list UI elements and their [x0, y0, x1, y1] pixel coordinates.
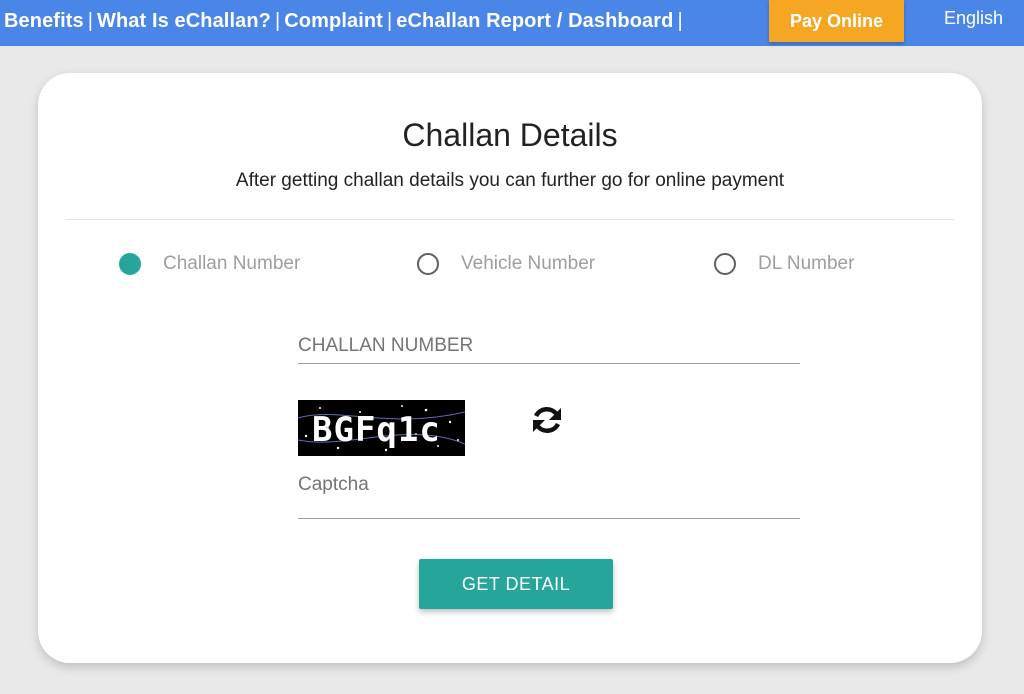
nav-link-what-is-echallan[interactable]: What Is eChallan? [97, 10, 271, 32]
captcha-placeholder: Captcha [298, 474, 369, 495]
nav-separator: | [87, 10, 94, 32]
divider [66, 219, 954, 220]
radio-label-challan-number: Challan Number [163, 253, 301, 274]
page-title: Challan Details [402, 117, 618, 153]
captcha-input[interactable]: Captcha [298, 474, 800, 519]
challan-number-input[interactable]: CHALLAN NUMBER [298, 335, 800, 364]
radio-option-dl-number[interactable]: DL Number [714, 253, 854, 275]
captcha-text: BGFq1c [312, 410, 441, 450]
pay-online-button[interactable]: Pay Online [769, 0, 904, 42]
nav-link-benefits[interactable]: Benefits [4, 10, 84, 32]
top-navigation-bar: Benefits | What Is eChallan? | Complaint | eCh… [0, 0, 1024, 46]
nav-separator: | [274, 10, 281, 32]
radio-button-unchecked-icon[interactable] [714, 253, 736, 275]
radio-label-dl-number: DL Number [758, 253, 855, 274]
nav-link-complaint[interactable]: Complaint [284, 10, 383, 32]
refresh-icon [533, 407, 561, 433]
nav-separator: | [386, 10, 393, 32]
refresh-captcha-button[interactable] [528, 401, 566, 439]
radio-label-vehicle-number: Vehicle Number [461, 253, 596, 274]
radio-button-checked-icon[interactable] [119, 253, 141, 275]
radio-button-unchecked-icon[interactable] [417, 253, 439, 275]
nav-separator: | [677, 10, 683, 32]
page-subtitle: After getting challan details you can fu… [235, 170, 785, 191]
get-detail-button[interactable]: GET DETAIL [419, 559, 613, 609]
challan-details-card: Challan Details After getting challan de… [38, 73, 982, 663]
radio-option-vehicle-number[interactable]: Vehicle Number [417, 253, 595, 275]
captcha-image: BGFq1c [298, 400, 465, 456]
nav-links: Benefits | What Is eChallan? | Complaint | eCh… [4, 10, 687, 33]
language-selector[interactable]: English [944, 8, 1003, 29]
radio-option-challan-number[interactable]: Challan Number [119, 253, 300, 275]
nav-link-echallan-report-dashboard[interactable]: eChallan Report / Dashboard [396, 10, 673, 32]
challan-number-placeholder: CHALLAN NUMBER [298, 335, 474, 356]
